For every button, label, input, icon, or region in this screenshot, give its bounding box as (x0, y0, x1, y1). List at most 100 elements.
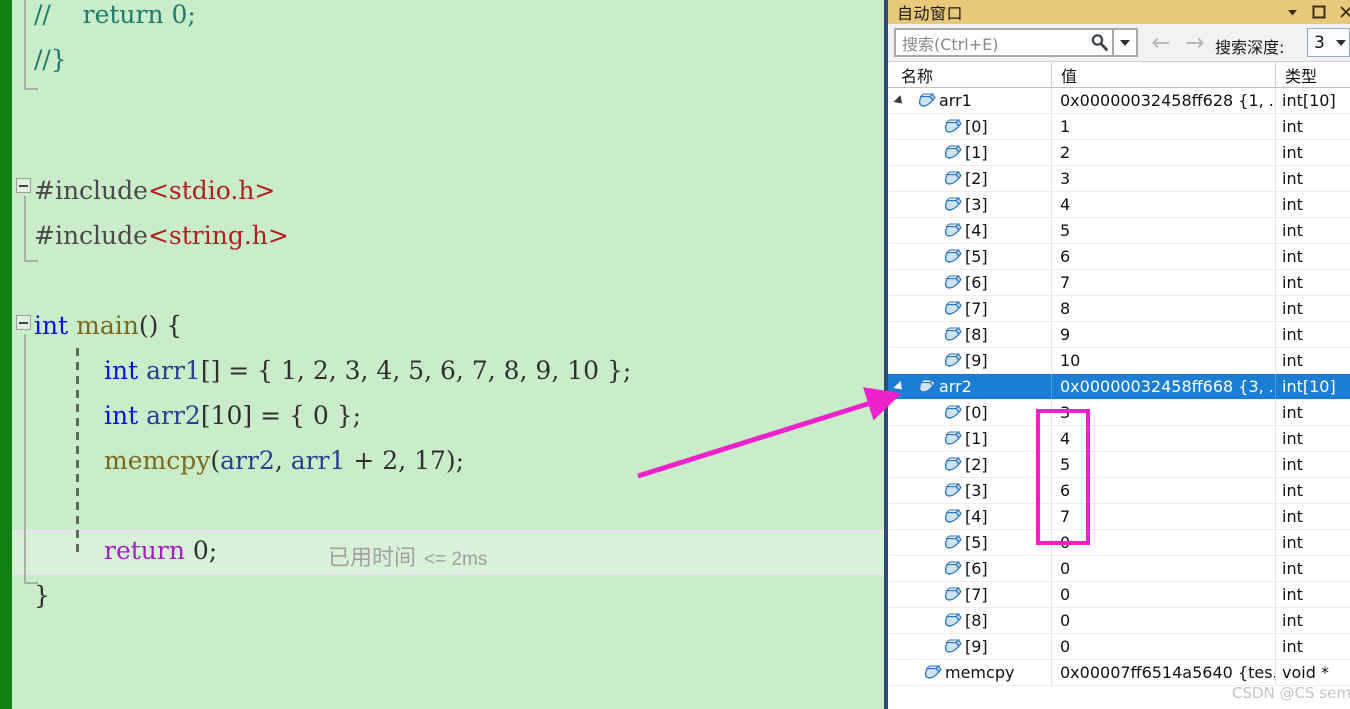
cell-value[interactable]: 6 (1052, 478, 1276, 503)
chevron-down-icon[interactable] (1284, 4, 1300, 20)
screenshot-root: // return 0; //} #include<stdio.h> #incl… (0, 0, 1350, 709)
cell-value[interactable]: 7 (1052, 270, 1276, 295)
cell-value[interactable]: 0 (1052, 608, 1276, 633)
table-row[interactable]: [3] 4 int (888, 192, 1350, 218)
variable-name: [1] (965, 429, 988, 448)
chevron-down-icon (1336, 40, 1346, 46)
table-row[interactable]: [1] 2 int (888, 140, 1350, 166)
table-row[interactable]: arr1 0x00000032458ff628 {1, ... int[10] (888, 88, 1350, 114)
table-row[interactable]: [8] 0 int (888, 608, 1350, 634)
keyword-int: int (104, 401, 139, 430)
code-line: //} (0, 37, 884, 82)
cell-value[interactable]: 5 (1052, 218, 1276, 243)
variable-name: [2] (965, 169, 988, 188)
table-row[interactable]: memcpy 0x00007ff6514a5640 {tes... void * (888, 660, 1350, 686)
nav-forward-button[interactable]: → (1182, 31, 1208, 55)
table-row[interactable]: [8] 9 int (888, 322, 1350, 348)
cell-value[interactable]: 4 (1052, 192, 1276, 217)
code-text-area[interactable]: // return 0; //} #include<stdio.h> #incl… (0, 0, 884, 709)
cell-value[interactable]: 6 (1052, 244, 1276, 269)
autos-window: 自动窗口 搜索(Ctrl+E) ← → 搜索深度: 3 名称 值 类型 arr1… (884, 0, 1350, 709)
table-row[interactable]: [6] 0 int (888, 556, 1350, 582)
cell-value[interactable]: 0x00000032458ff668 {3, ... (1052, 374, 1276, 399)
cell-name: [4] (892, 504, 1052, 529)
cell-value[interactable]: 0 (1052, 556, 1276, 581)
maximize-icon[interactable] (1311, 4, 1327, 20)
cell-value[interactable]: 9 (1052, 322, 1276, 347)
search-options-dropdown[interactable] (1112, 30, 1136, 55)
variable-name: [2] (965, 455, 988, 474)
code-line-text: #include<stdio.h> (34, 168, 275, 213)
cell-type: int (1282, 325, 1303, 344)
cell-name: [7] (892, 296, 1052, 321)
cell-value[interactable]: 3 (1052, 166, 1276, 191)
punctuation: , (274, 446, 291, 475)
cell-name: [1] (892, 426, 1052, 451)
table-row[interactable]: [4] 7 int (888, 504, 1350, 530)
table-row[interactable]: [2] 5 int (888, 452, 1350, 478)
table-row[interactable]: [6] 7 int (888, 270, 1350, 296)
variable-icon (942, 508, 962, 525)
table-row[interactable]: [5] 0 int (888, 530, 1350, 556)
column-header-type[interactable]: 类型 (1276, 62, 1350, 87)
variable-name: [9] (965, 637, 988, 656)
punctuation: 0; (184, 536, 218, 565)
cell-type: int[10] (1282, 91, 1336, 110)
cell-value[interactable]: 0 (1052, 582, 1276, 607)
search-depth-select[interactable]: 3 (1307, 28, 1350, 57)
variable-icon (942, 222, 962, 239)
cell-name: [8] (892, 608, 1052, 633)
outline-vline (24, 0, 26, 90)
table-row[interactable]: [4] 5 int (888, 218, 1350, 244)
table-row[interactable]: [3] 6 int (888, 478, 1350, 504)
column-header-name[interactable]: 名称 (892, 62, 1052, 87)
cell-value[interactable]: 0 (1052, 530, 1276, 555)
table-row[interactable]: [0] 1 int (888, 114, 1350, 140)
cell-value[interactable]: 10 (1052, 348, 1276, 373)
variable-name: [5] (965, 247, 988, 266)
cell-value[interactable]: 4 (1052, 426, 1276, 451)
window-controls (1284, 0, 1350, 24)
cell-value[interactable]: 8 (1052, 296, 1276, 321)
variable-icon (942, 456, 962, 473)
cell-type: int (1282, 351, 1303, 370)
nav-back-button[interactable]: ← (1148, 31, 1174, 55)
table-row[interactable]: [0] 3 int (888, 400, 1350, 426)
cell-name: [8] (892, 322, 1052, 347)
code-line: #include<string.h> (0, 213, 884, 258)
cell-value[interactable]: 1 (1052, 114, 1276, 139)
column-header-value[interactable]: 值 (1052, 62, 1276, 87)
cell-value[interactable]: 3 (1052, 400, 1276, 425)
variable-icon (942, 326, 962, 343)
cell-type: int (1282, 507, 1303, 526)
variable-icon (942, 404, 962, 421)
cell-value[interactable]: 0 (1052, 634, 1276, 659)
table-row[interactable]: [2] 3 int (888, 166, 1350, 192)
table-row[interactable]: [9] 0 int (888, 634, 1350, 660)
table-row[interactable]: arr2 0x00000032458ff668 {3, ... int[10] (888, 374, 1350, 400)
cell-value[interactable]: 5 (1052, 452, 1276, 477)
cell-value[interactable]: 0x00000032458ff628 {1, ... (1052, 88, 1276, 113)
search-input[interactable]: 搜索(Ctrl+E) (896, 31, 1086, 55)
variable-icon (942, 560, 962, 577)
cell-name: [3] (892, 192, 1052, 217)
table-row[interactable]: [1] 4 int (888, 426, 1350, 452)
identifier-arr2: arr2 (220, 446, 275, 475)
table-row[interactable]: [5] 6 int (888, 244, 1350, 270)
cell-name: [0] (892, 114, 1052, 139)
close-icon[interactable] (1338, 4, 1350, 20)
search-box[interactable]: 搜索(Ctrl+E) (894, 28, 1138, 57)
cell-value[interactable]: 7 (1052, 504, 1276, 529)
autos-titlebar: 自动窗口 (888, 0, 1350, 24)
cell-value[interactable]: 2 (1052, 140, 1276, 165)
code-editor[interactable]: // return 0; //} #include<stdio.h> #incl… (0, 0, 884, 709)
table-row[interactable]: [9] 10 int (888, 348, 1350, 374)
include-header: <string.h> (147, 221, 289, 250)
cell-value[interactable]: 0x00007ff6514a5640 {tes... (1052, 660, 1276, 685)
variables-grid-body[interactable]: arr1 0x00000032458ff628 {1, ... int[10] [0]… (888, 88, 1350, 698)
table-row[interactable]: [7] 0 int (888, 582, 1350, 608)
elapsed-time-value: <= 2ms (424, 549, 488, 570)
cell-name: arr1 (892, 88, 1052, 113)
table-row[interactable]: [7] 8 int (888, 296, 1350, 322)
